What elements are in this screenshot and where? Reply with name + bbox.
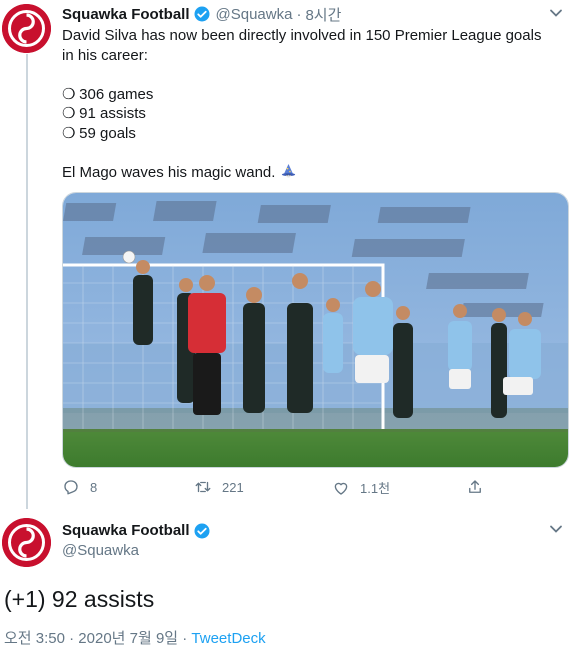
stat-line-games: ❍ 306 games (62, 85, 557, 105)
reply-button[interactable]: 8 (62, 478, 97, 496)
like-count: 1.1천 (360, 481, 391, 496)
like-button[interactable]: 1.1천 (332, 478, 390, 497)
tweet-time[interactable]: 8시간 (305, 4, 341, 25)
stat-games: 306 games (79, 85, 154, 103)
author-handle[interactable]: @Squawka (216, 6, 293, 23)
tweet-metadata: 오전 3:50 · 2020년 7월 9일 · TweetDeck (4, 627, 266, 648)
tweet-text: (+1) 92 assists (4, 586, 155, 612)
bullet-icon: ❍ (62, 124, 76, 142)
squawka-logo-icon (2, 518, 51, 567)
share-button[interactable] (466, 478, 494, 496)
football-freekick-image (63, 193, 568, 467)
tweet-header: Squawka Football @Squawka (62, 521, 211, 561)
tweet-photo[interactable] (62, 192, 569, 468)
retweet-button[interactable]: 221 (194, 478, 244, 496)
retweet-count: 221 (222, 479, 244, 495)
verified-badge-icon (193, 522, 211, 540)
author-name[interactable]: Squawka Football (62, 6, 190, 23)
dot-separator: · (296, 5, 302, 23)
tweet-closing: El Mago waves his magic wand. (62, 163, 557, 186)
tweet-text: David Silva has now been directly involv… (62, 26, 557, 185)
squawka-logo-icon (2, 4, 51, 53)
like-icon (334, 482, 348, 495)
avatar[interactable] (2, 4, 51, 53)
stat-assists: 91 assists (79, 105, 146, 122)
verified-badge-icon (193, 5, 211, 23)
chevron-down-icon[interactable] (549, 6, 563, 20)
bullet-icon: ❍ (62, 85, 76, 103)
stat-line-assists: ❍ 91 assists (62, 104, 557, 124)
author-name[interactable]: Squawka Football (62, 521, 190, 541)
closing-text: El Mago waves his magic wand. (62, 163, 276, 181)
retweet-icon (195, 481, 211, 493)
author-handle[interactable]: @Squawka (62, 541, 211, 561)
avatar[interactable] (2, 518, 51, 567)
chevron-down-icon[interactable] (549, 522, 563, 536)
tweet-actions: 8 221 1.1천 (62, 478, 502, 498)
share-icon (469, 480, 481, 493)
tweet-source-link[interactable]: TweetDeck (191, 630, 265, 647)
stat-line-goals: ❍ 59 goals (62, 124, 557, 144)
reply-icon (64, 480, 78, 495)
tweet-timestamp[interactable]: 오전 3:50 · 2020년 7월 9일 · (4, 630, 191, 647)
stat-goals: 59 goals (79, 124, 136, 142)
tweet-header: Squawka Football @Squawka · 8시간 (62, 4, 341, 24)
thread-connector (26, 54, 28, 509)
wizard-emoji-icon (280, 163, 297, 186)
reply-count: 8 (90, 479, 98, 495)
tweet-intro: David Silva has now been directly involv… (62, 27, 542, 64)
bullet-icon: ❍ (62, 105, 76, 122)
